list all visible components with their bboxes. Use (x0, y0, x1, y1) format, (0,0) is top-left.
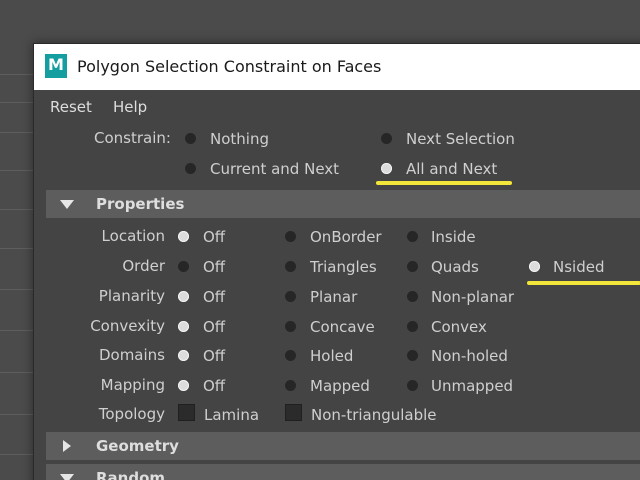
constrain-nothing-label[interactable]: Nothing (210, 130, 269, 148)
order-nsided-radio[interactable] (529, 261, 540, 272)
location-label: Location (101, 227, 165, 245)
properties-section-header[interactable]: Properties (46, 190, 640, 218)
location-onborder-radio[interactable] (285, 231, 296, 242)
convexity-concave-label[interactable]: Concave (310, 318, 375, 336)
menu-reset[interactable]: Reset (50, 98, 92, 116)
random-title: Random (96, 469, 166, 480)
mapping-label: Mapping (100, 376, 165, 394)
mapping-off-radio[interactable] (178, 380, 189, 391)
constrain-all-next-label[interactable]: All and Next (406, 160, 497, 178)
domains-off-radio[interactable] (178, 350, 189, 361)
mapping-mapped-radio[interactable] (285, 380, 296, 391)
convexity-off-radio[interactable] (178, 321, 189, 332)
highlight-underline (527, 281, 640, 285)
topology-lamina-checkbox[interactable] (178, 404, 195, 421)
location-inside-label[interactable]: Inside (431, 228, 476, 246)
domains-label: Domains (98, 346, 165, 364)
order-quads-radio[interactable] (407, 261, 418, 272)
mapping-off-label[interactable]: Off (203, 377, 225, 395)
constrain-nothing-radio[interactable] (185, 133, 196, 144)
order-label: Order (122, 257, 165, 275)
order-triangles-radio[interactable] (285, 261, 296, 272)
planarity-nonplanar-label[interactable]: Non-planar (431, 288, 514, 306)
constrain-all-next-radio[interactable] (381, 163, 392, 174)
planarity-off-label[interactable]: Off (203, 288, 225, 306)
order-nsided-label[interactable]: Nsided (553, 258, 604, 276)
location-off-radio[interactable] (178, 231, 189, 242)
order-quads-label[interactable]: Quads (431, 258, 479, 276)
convexity-label: Convexity (90, 317, 165, 335)
highlight-underline (376, 181, 512, 185)
planarity-planar-label[interactable]: Planar (310, 288, 357, 306)
location-inside-radio[interactable] (407, 231, 418, 242)
topology-label: Topology (98, 405, 165, 423)
planarity-planar-radio[interactable] (285, 291, 296, 302)
topology-nontriangulable-label[interactable]: Non-triangulable (311, 406, 437, 424)
menu-bar: Reset Help (38, 96, 640, 118)
geometry-section-header[interactable]: Geometry (46, 432, 640, 460)
maya-app-icon: M (45, 54, 67, 78)
topology-lamina-label[interactable]: Lamina (204, 406, 259, 424)
constrain-next-selection-label[interactable]: Next Selection (406, 130, 515, 148)
window-title: Polygon Selection Constraint on Faces (77, 57, 382, 76)
geometry-title: Geometry (96, 437, 179, 455)
domains-nonholed-label[interactable]: Non-holed (431, 347, 508, 365)
constrain-current-next-label[interactable]: Current and Next (210, 160, 339, 178)
order-off-label[interactable]: Off (203, 258, 225, 276)
location-onborder-label[interactable]: OnBorder (310, 228, 382, 246)
mapping-mapped-label[interactable]: Mapped (310, 377, 370, 395)
expand-down-icon (60, 200, 74, 209)
convexity-off-label[interactable]: Off (203, 318, 225, 336)
constrain-next-selection-radio[interactable] (381, 133, 392, 144)
order-triangles-label[interactable]: Triangles (310, 258, 377, 276)
domains-holed-radio[interactable] (285, 350, 296, 361)
expand-down-icon (60, 474, 74, 480)
constrain-label: Constrain: (94, 129, 171, 147)
constrain-current-next-radio[interactable] (185, 163, 196, 174)
domains-nonholed-radio[interactable] (407, 350, 418, 361)
dialog-window: M Polygon Selection Constraint on Faces … (33, 43, 640, 480)
convexity-concave-radio[interactable] (285, 321, 296, 332)
topology-nontriangulable-checkbox[interactable] (285, 404, 302, 421)
location-off-label[interactable]: Off (203, 228, 225, 246)
planarity-off-radio[interactable] (178, 291, 189, 302)
domains-holed-label[interactable]: Holed (310, 347, 353, 365)
mapping-unmapped-label[interactable]: Unmapped (431, 377, 513, 395)
order-off-radio[interactable] (178, 261, 189, 272)
random-section-header[interactable]: Random (46, 464, 640, 480)
planarity-nonplanar-radio[interactable] (407, 291, 418, 302)
expand-right-icon (63, 440, 71, 452)
mapping-unmapped-radio[interactable] (407, 380, 418, 391)
planarity-label: Planarity (98, 287, 165, 305)
convexity-convex-label[interactable]: Convex (431, 318, 487, 336)
properties-title: Properties (96, 195, 185, 213)
convexity-convex-radio[interactable] (407, 321, 418, 332)
menu-help[interactable]: Help (113, 98, 147, 116)
title-bar[interactable]: M Polygon Selection Constraint on Faces (34, 44, 640, 90)
domains-off-label[interactable]: Off (203, 347, 225, 365)
